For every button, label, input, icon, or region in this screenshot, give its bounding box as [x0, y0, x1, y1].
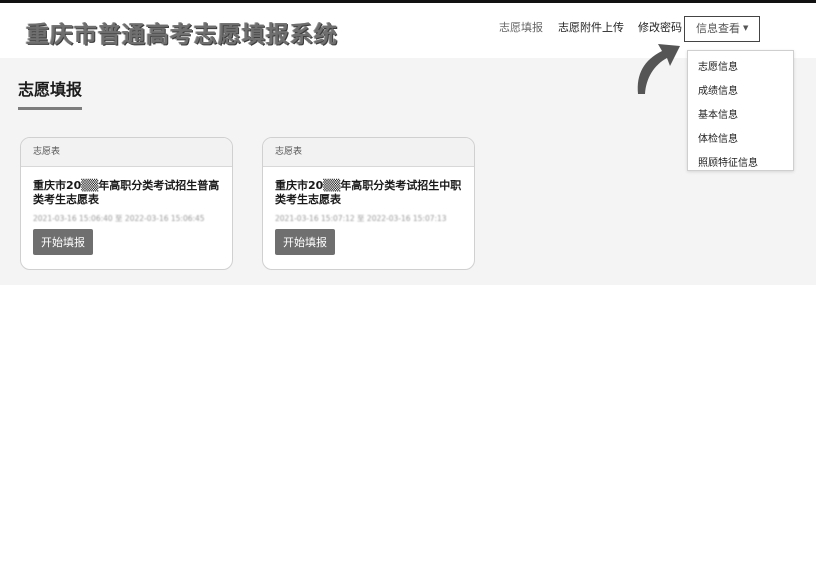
card-header: 志愿表: [263, 138, 474, 167]
app-title: 重庆市普通高考志愿填报系统: [26, 21, 338, 48]
card-dates: 2021-03-16 15:06:40 至 2022-03-16 15:06:4…: [33, 214, 205, 223]
page-title: 志愿填报: [18, 76, 83, 110]
info-view-dropdown-menu: 志愿信息 成绩信息 基本信息 体检信息 照顾特征信息: [687, 50, 794, 171]
card-title: 重庆市20▒▒年高职分类考试招生普高类考生志愿表: [33, 179, 220, 206]
card-title: 重庆市20▒▒年高职分类考试招生中职类考生志愿表: [275, 179, 462, 206]
start-fill-button[interactable]: 开始填报: [33, 229, 93, 255]
menu-item-score-info[interactable]: 成绩信息: [698, 82, 738, 97]
volunteer-card: 志愿表 重庆市20▒▒年高职分类考试招生中职类考生志愿表 2021-03-16 …: [262, 137, 475, 270]
info-view-dropdown-toggle[interactable]: 信息查看 ▼: [684, 16, 760, 42]
caret-down-icon: ▼: [743, 24, 749, 32]
volunteer-card: 志愿表 重庆市20▒▒年高职分类考试招生普高类考生志愿表 2021-03-16 …: [20, 137, 233, 270]
menu-item-care-feature-info[interactable]: 照顾特征信息: [698, 154, 758, 169]
nav-volunteer-fill[interactable]: 志愿填报: [499, 19, 543, 35]
pointer-arrow-icon: [637, 44, 680, 94]
card-dates: 2021-03-16 15:07:12 至 2022-03-16 15:07:1…: [275, 214, 447, 223]
menu-item-volunteer-info[interactable]: 志愿信息: [698, 58, 738, 73]
card-header: 志愿表: [21, 138, 232, 167]
start-fill-button[interactable]: 开始填报: [275, 229, 335, 255]
menu-item-basic-info[interactable]: 基本信息: [698, 106, 738, 121]
menu-item-health-check-info[interactable]: 体检信息: [698, 130, 738, 145]
nav-change-password[interactable]: 修改密码: [638, 19, 682, 35]
nav-attachment-upload[interactable]: 志愿附件上传: [558, 19, 624, 35]
info-view-label: 信息查看: [696, 22, 740, 35]
